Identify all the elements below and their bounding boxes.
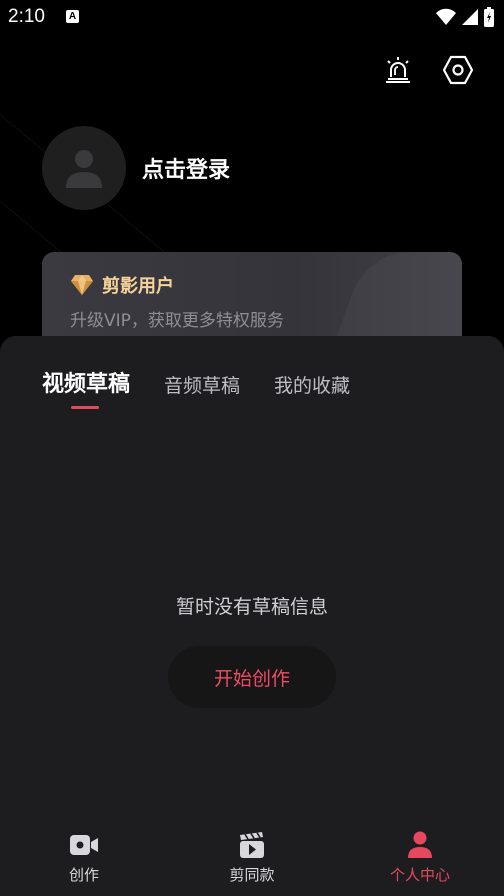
tab-indicator — [71, 406, 99, 409]
tab-bar: 视频草稿 音频草稿 我的收藏 — [42, 366, 350, 398]
top-actions — [380, 52, 476, 88]
empty-state-message: 暂时没有草稿信息 — [175, 596, 328, 618]
status-icons — [436, 7, 494, 27]
tab-favorites[interactable]: 我的收藏 — [274, 371, 350, 398]
nav-item-templates[interactable]: 剪同款 — [168, 820, 336, 896]
signal-icon — [462, 9, 478, 25]
start-creating-button[interactable]: 开始创作 — [168, 646, 336, 708]
alarm-button[interactable] — [380, 52, 416, 88]
login-link[interactable]: 点击登录 — [142, 152, 230, 184]
nav-label: 个人中心 — [389, 866, 450, 884]
nav-item-profile[interactable]: 个人中心 — [336, 820, 504, 896]
avatar[interactable] — [42, 126, 126, 210]
wifi-icon — [436, 8, 456, 25]
status-bar: 2:10 A — [0, 0, 504, 34]
default-avatar-icon — [66, 150, 102, 188]
vip-title-row: 剪影用户 — [70, 272, 174, 298]
settings-hexagon-icon — [442, 55, 474, 85]
siren-icon — [386, 57, 410, 83]
bottom-nav: 创作 剪同款 个人中心 — [0, 820, 504, 896]
video-camera-icon — [70, 835, 98, 855]
nav-label: 创作 — [68, 866, 99, 884]
drafts-sheet: 视频草稿 音频草稿 我的收藏 暂时没有草稿信息 开始创作 — [0, 336, 504, 896]
tab-video-drafts[interactable]: 视频草稿 — [42, 366, 130, 398]
clapperboard-icon — [240, 832, 264, 858]
vip-subtitle: 升级VIP，获取更多特权服务 — [70, 311, 284, 331]
person-icon — [408, 831, 432, 858]
nav-label: 剪同款 — [229, 866, 275, 884]
settings-button[interactable] — [440, 52, 476, 88]
nav-item-create[interactable]: 创作 — [0, 820, 168, 896]
diamond-icon — [71, 275, 93, 295]
notification-badge-icon: A — [66, 10, 79, 23]
battery-icon — [484, 7, 494, 27]
tab-audio-drafts[interactable]: 音频草稿 — [164, 371, 240, 398]
vip-title: 剪影用户 — [102, 276, 174, 297]
status-time: 2:10 — [8, 6, 45, 27]
